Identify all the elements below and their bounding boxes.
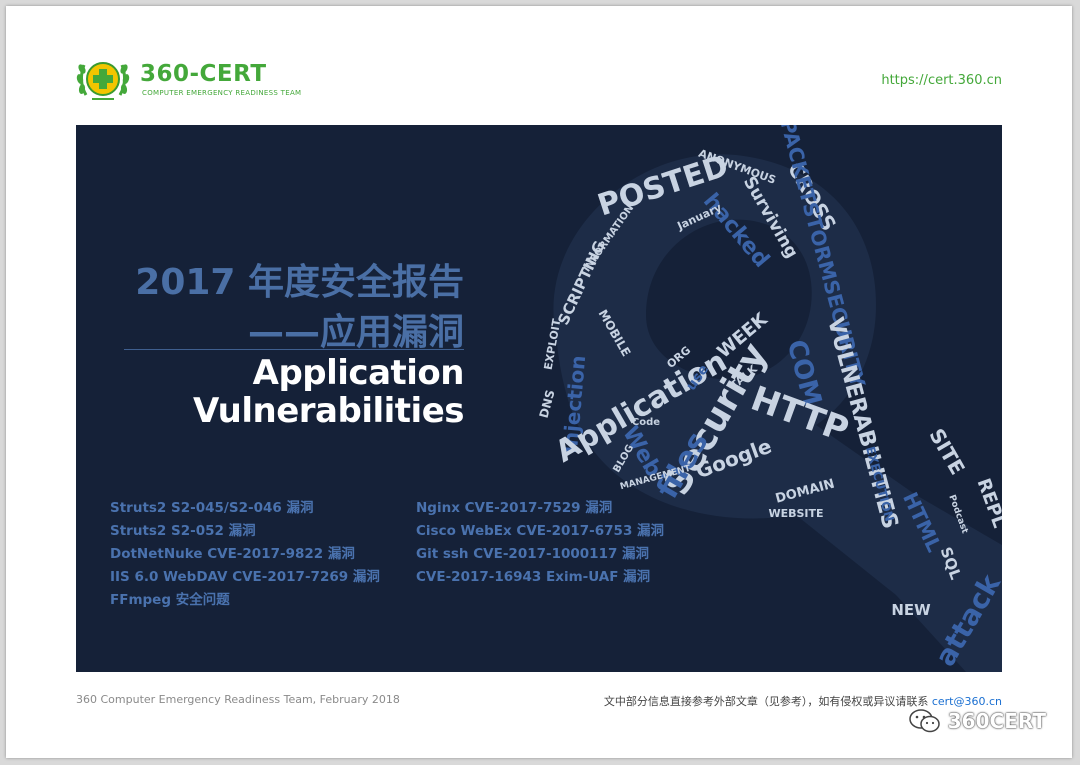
key-wordcloud-image: POSTEDANONYMOUS CROSSSurvivinghackedJanua…: [537, 125, 1002, 672]
watermark-text: 360CERT: [947, 709, 1046, 733]
brand-subtitle: COMPUTER EMERGENCY READINESS TEAM: [142, 89, 302, 97]
vuln-item: FFmpeg 安全问题: [110, 592, 230, 608]
vuln-item: Struts2 S2-045/S2-046 漏洞: [110, 500, 314, 516]
title-en-line2: Vulnerabilities: [193, 391, 464, 431]
disclaimer-text: 文中部分信息直接参考外部文章（见参考），如有侵权或异议请联系: [603, 695, 932, 708]
wordcloud-word: Code: [632, 417, 660, 428]
wordcloud-word: SITE: [924, 424, 969, 479]
wordcloud-word: DNS: [537, 388, 558, 419]
vuln-item: DotNetNuke CVE-2017-9822 漏洞: [110, 546, 355, 562]
title-cn-line1: 2017 年度安全报告: [135, 262, 464, 303]
title-divider: [124, 349, 464, 350]
cover-banner: 2017 年度安全报告 ——应用漏洞 Application Vulnerabi…: [76, 125, 1002, 672]
wordcloud-word: NEW: [891, 601, 931, 619]
vuln-item: Struts2 S2-052 漏洞: [110, 523, 256, 539]
brand-logo: 360-CERT COMPUTER EMERGENCY READINESS TE…: [76, 55, 306, 105]
vuln-list-left: Struts2 S2-045/S2-046 漏洞 Struts2 S2-052 …: [110, 497, 380, 612]
laurel-emblem-icon: [76, 62, 130, 100]
title-cn-line2: ——应用漏洞: [247, 312, 464, 353]
brand-name: 360-CERT: [140, 61, 267, 87]
title-en-line1: Application: [252, 353, 465, 393]
wechat-icon: [909, 709, 940, 733]
vuln-item: IIS 6.0 WebDAV CVE-2017-7269 漏洞: [110, 569, 380, 585]
wechat-watermark: 360CERT: [908, 706, 1046, 736]
title-block: 2017 年度安全报告 ——应用漏洞 Application Vulnerabi…: [76, 125, 476, 455]
site-url-link[interactable]: https://cert.360.cn: [881, 73, 1002, 88]
wordcloud-word: WEBSITE: [768, 507, 823, 520]
footer-team-date: 360 Computer Emergency Readiness Team, F…: [76, 693, 400, 706]
wordcloud-word: REPL: [973, 476, 1002, 531]
